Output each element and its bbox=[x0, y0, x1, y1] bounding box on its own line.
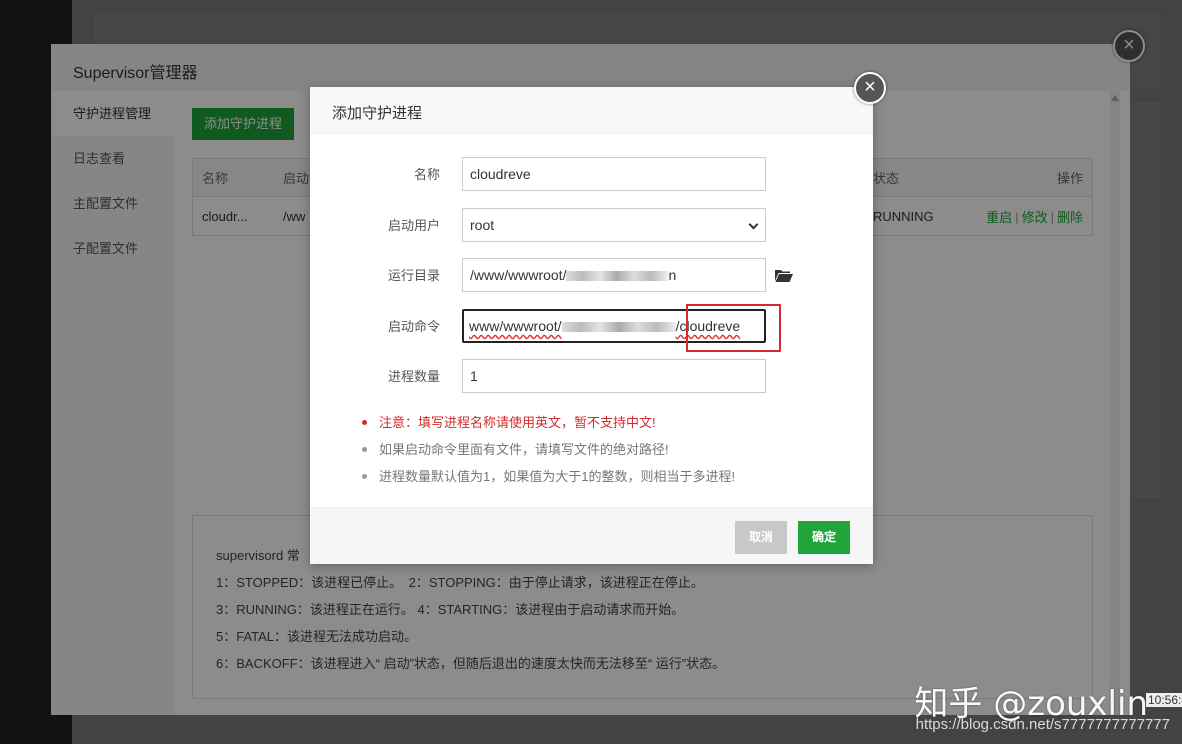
tip-item: 进程数量默认值为1，如果值为大于1的整数，则相当于多进程! bbox=[360, 463, 735, 490]
redacted-path bbox=[566, 271, 669, 282]
command-label: 启动命令 bbox=[387, 319, 440, 334]
process-count-input[interactable]: 1 bbox=[462, 359, 766, 393]
user-row: 启动用户 root bbox=[310, 208, 873, 244]
tip-warning: 注意：填写进程名称请使用英文，暂不支持中文! bbox=[360, 409, 735, 436]
directory-value-prefix: /www/wwwroot/ bbox=[470, 267, 567, 283]
chevron-down-icon bbox=[748, 219, 759, 230]
confirm-button[interactable]: 确定 bbox=[798, 521, 851, 554]
process-count-label: 进程数量 bbox=[387, 369, 440, 384]
dialog-footer: 取消 确定 bbox=[310, 507, 873, 564]
name-label: 名称 bbox=[413, 167, 440, 182]
annotation-highlight-box bbox=[686, 304, 781, 352]
user-label: 启动用户 bbox=[387, 218, 440, 233]
command-row: 启动命令 www/wwwroot//cloudreve bbox=[310, 309, 873, 345]
tips-list: 注意：填写进程名称请使用英文，暂不支持中文! 如果启动命令里面有文件，请填写文件… bbox=[360, 409, 735, 490]
directory-label: 运行目录 bbox=[387, 268, 440, 283]
directory-row: 运行目录 /www/wwwroot/n bbox=[310, 258, 873, 294]
cancel-button[interactable]: 取消 bbox=[735, 521, 788, 554]
directory-input[interactable]: /www/wwwroot/n bbox=[462, 258, 766, 292]
dialog-close-icon[interactable]: × bbox=[854, 72, 886, 104]
tip-item: 如果启动命令里面有文件，请填写文件的绝对路径! bbox=[360, 436, 735, 463]
name-row: 名称 cloudreve bbox=[310, 157, 873, 193]
add-daemon-dialog: 添加守护进程 名称 cloudreve 启动用户 root 运行目录 /www/… bbox=[310, 87, 873, 564]
user-select[interactable]: root bbox=[462, 208, 766, 242]
redacted-path bbox=[561, 322, 676, 333]
process-count-row: 进程数量 1 bbox=[310, 359, 873, 395]
dialog-title: 添加守护进程 bbox=[310, 87, 873, 134]
user-select-value: root bbox=[470, 217, 495, 233]
directory-value-suffix: n bbox=[668, 267, 677, 283]
watermark-url: https://blog.csdn.net/s7777777777777 bbox=[915, 716, 1170, 733]
name-input[interactable]: cloudreve bbox=[462, 157, 766, 191]
command-value-prefix: www/wwwroot/ bbox=[469, 318, 562, 334]
folder-open-icon[interactable] bbox=[775, 269, 793, 282]
background-time-fragment: 10:56:4 bbox=[1146, 693, 1182, 707]
